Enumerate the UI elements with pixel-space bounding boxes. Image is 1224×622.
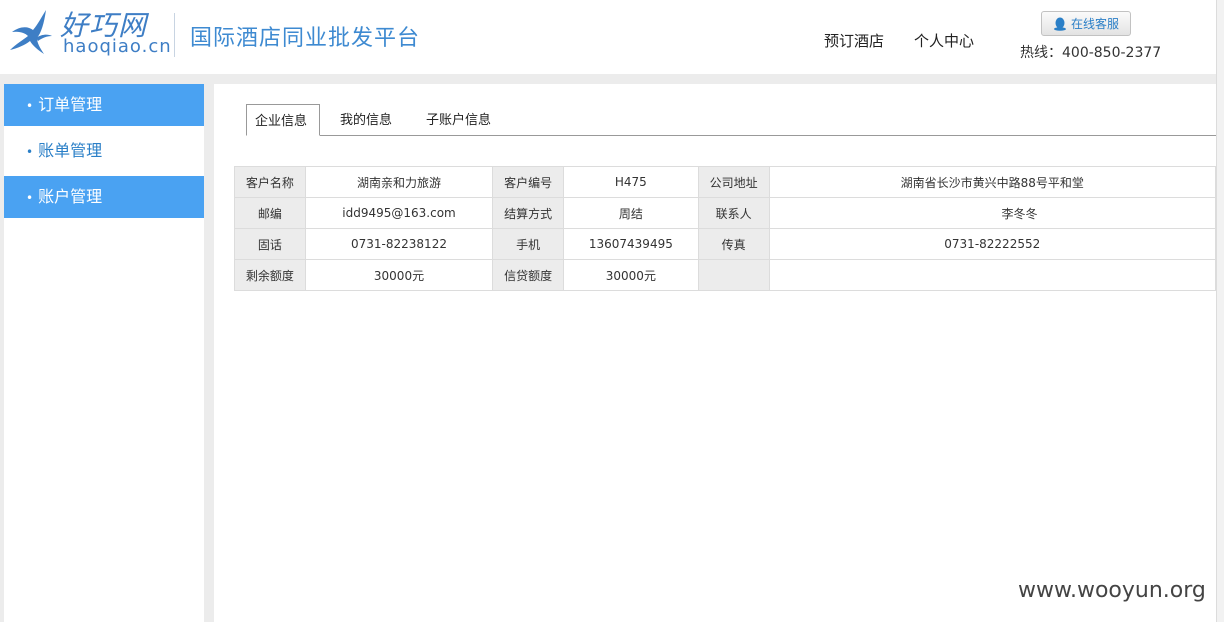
sidebar-item-label: 订单管理 <box>38 95 103 114</box>
contact-label: 联系人 <box>697 197 770 229</box>
fax-label: 传真 <box>697 228 770 260</box>
bullet-icon: • <box>26 98 34 113</box>
bullet-icon: • <box>26 190 34 205</box>
info-tabs: 企业信息 我的信息 子账户信息 <box>246 104 1216 136</box>
customer-no-value: H475 <box>563 166 699 198</box>
logo-domain[interactable]: haoqiao.cn <box>63 36 172 57</box>
company-info-table: 客户名称 湖南亲和力旅游 客户编号 H475 公司地址 湖南省长沙市黄兴中路88… <box>234 166 1217 291</box>
customer-name-label: 客户名称 <box>234 166 306 198</box>
customer-name-value: 湖南亲和力旅游 <box>304 166 494 198</box>
zip-label: 邮编 <box>234 197 306 229</box>
table-row: 剩余额度 30000元 信贷额度 30000元 <box>234 259 1217 291</box>
balance-label: 剩余额度 <box>234 259 306 291</box>
online-service-label: 在线客服 <box>1070 17 1119 31</box>
site-slogan: 国际酒店同业批发平台 <box>190 26 421 51</box>
nav-user-center[interactable]: 个人中心 <box>914 30 974 51</box>
tab-sub-account-info[interactable]: 子账户信息 <box>426 104 491 135</box>
settle-label: 结算方式 <box>492 197 564 229</box>
phone-label: 固话 <box>234 228 306 260</box>
main-content: 企业信息 我的信息 子账户信息 客户名称 湖南亲和力旅游 客户编号 H475 公… <box>214 84 1217 622</box>
watermark-text: www.wooyun.org <box>1018 578 1206 603</box>
table-row: 邮编 idd9495@163.com 结算方式 周结 联系人 李冬冬 <box>234 197 1217 229</box>
tab-company-info[interactable]: 企业信息 <box>246 104 320 136</box>
sidebar-item-bills[interactable]: • 账单管理 <box>4 131 204 171</box>
address-value: 湖南省长沙市黄兴中路88号平和堂 <box>768 166 1217 198</box>
credit-value: 30000元 <box>563 259 699 291</box>
bullet-icon: • <box>26 144 34 159</box>
sidebar: • 订单管理 • 账单管理 • 账户管理 <box>4 84 204 622</box>
hotline-text: 热线：400-850-2377 <box>1020 45 1162 61</box>
table-row: 固话 0731-82238122 手机 13607439495 传真 0731-… <box>234 228 1217 260</box>
nav-book-hotel[interactable]: 预订酒店 <box>824 30 884 51</box>
logo-divider <box>174 13 175 57</box>
zip-value: idd9495@163.com <box>304 197 494 229</box>
fax-value: 0731-82222552 <box>768 228 1217 260</box>
page-scrollbar[interactable] <box>1216 0 1224 622</box>
sidebar-item-label: 账户管理 <box>38 187 103 206</box>
online-service-button[interactable]: 在线客服 <box>1041 11 1131 36</box>
phone-value: 0731-82238122 <box>304 228 494 260</box>
contact-value: 李冬冬 <box>768 197 1217 229</box>
empty-label-cell <box>697 259 770 291</box>
table-row: 客户名称 湖南亲和力旅游 客户编号 H475 公司地址 湖南省长沙市黄兴中路88… <box>234 166 1217 198</box>
address-label: 公司地址 <box>697 166 770 198</box>
tab-my-info[interactable]: 我的信息 <box>340 104 392 135</box>
credit-label: 信贷额度 <box>492 259 564 291</box>
mobile-label: 手机 <box>492 228 564 260</box>
mobile-value: 13607439495 <box>563 228 699 260</box>
balance-value: 30000元 <box>304 259 494 291</box>
site-header: 好巧网 haoqiao.cn 国际酒店同业批发平台 预订酒店 个人中心 在线客服… <box>0 0 1216 74</box>
customer-no-label: 客户编号 <box>492 166 564 198</box>
sidebar-item-account[interactable]: • 账户管理 <box>4 176 204 218</box>
settle-value: 周结 <box>563 197 699 229</box>
sidebar-item-orders[interactable]: • 订单管理 <box>4 84 204 126</box>
empty-value-cell <box>768 259 1217 291</box>
bird-logo-icon <box>10 10 52 54</box>
sidebar-item-label: 账单管理 <box>38 141 103 160</box>
qq-penguin-icon <box>1053 17 1066 31</box>
